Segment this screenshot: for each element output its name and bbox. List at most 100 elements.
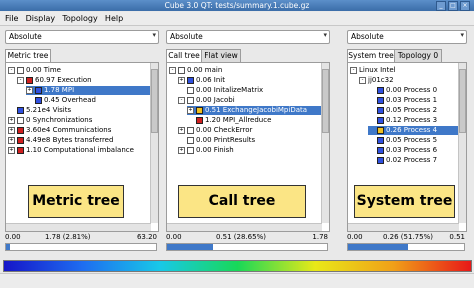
call-tree-hscroll[interactable] — [167, 223, 322, 231]
system-tree-hscroll[interactable] — [348, 223, 459, 231]
expand-icon[interactable]: + — [8, 116, 15, 124]
tab-topology-0[interactable]: Topology 0 — [394, 49, 442, 62]
severity-color-icon — [26, 76, 33, 84]
tab-system-tree[interactable]: System tree — [347, 49, 395, 63]
tab-call-tree[interactable]: Call tree — [166, 49, 202, 63]
severity-color-icon — [17, 146, 24, 154]
menu-display[interactable]: Display — [26, 14, 56, 23]
call-value-mode-select[interactable]: Absolute ▾ — [166, 30, 330, 44]
menu-file[interactable]: File — [5, 14, 18, 23]
tree-row-label: 3.60e4 Communications — [26, 126, 112, 134]
tab-metric-tree[interactable]: Metric tree — [5, 49, 51, 63]
minimize-icon[interactable]: _ — [436, 1, 446, 11]
tree-row[interactable]: +3.60e4 Communications — [8, 126, 150, 135]
tree-row[interactable]: +1.10 Computational imbalance — [8, 146, 150, 155]
tree-row-label: Linux Intel — [359, 66, 396, 74]
tree-row[interactable]: - 0.00 Time — [8, 66, 150, 75]
tree-row-label: 0.00 Finish — [196, 146, 234, 154]
scale-value: 0.26 (51.75%) — [383, 233, 433, 241]
expand-icon[interactable]: + — [187, 106, 194, 114]
expand-icon[interactable]: + — [8, 146, 15, 154]
call-tree-vscroll[interactable] — [321, 63, 329, 223]
expand-icon[interactable]: + — [8, 126, 15, 134]
tree-row[interactable]: 0.03 Process 6 — [368, 146, 458, 155]
collapse-icon[interactable]: - — [17, 76, 24, 84]
system-tree-scroll-thumb[interactable] — [459, 69, 466, 133]
tree-row[interactable]: 0.03 Process 1 — [368, 96, 458, 105]
metric-value-mode-select[interactable]: Absolute ▾ — [5, 30, 159, 44]
metric-tree-hscroll[interactable] — [6, 223, 151, 231]
scale-min: 0.00 — [5, 233, 21, 241]
collapse-icon[interactable]: - — [178, 96, 185, 104]
checkbox-icon[interactable] — [187, 146, 194, 154]
collapse-icon[interactable]: - — [359, 76, 366, 84]
expand-icon[interactable]: + — [178, 146, 185, 154]
scale-fill — [348, 244, 409, 250]
scale-fill — [167, 244, 213, 250]
checkbox-icon[interactable] — [187, 86, 194, 94]
expand-icon[interactable]: + — [26, 86, 33, 94]
scale-min: 0.00 — [166, 233, 182, 241]
checkbox-icon[interactable] — [187, 136, 194, 144]
checkbox-icon[interactable] — [17, 66, 24, 74]
tree-row[interactable]: +0.06 Init — [178, 76, 321, 85]
tree-row-label: 0.00 CheckError — [196, 126, 253, 134]
tree-row[interactable]: +0.51 ExchangeJacobiMpiData — [187, 106, 321, 115]
tree-row[interactable]: 1.20 MPI_Allreduce — [187, 116, 321, 125]
tree-row[interactable]: 0.12 Process 3 — [368, 116, 458, 125]
checkbox-icon[interactable] — [187, 96, 194, 104]
tree-row[interactable]: - 0.00 main — [169, 66, 321, 75]
tree-row-label: 1.10 Computational imbalance — [26, 146, 134, 154]
severity-color-icon — [187, 76, 194, 84]
call-tree-scroll-thumb[interactable] — [322, 69, 329, 133]
checkbox-icon[interactable] — [17, 116, 24, 124]
severity-color-icon — [35, 86, 42, 94]
system-value-mode-select[interactable]: Absolute ▾ — [347, 30, 467, 44]
tree-row[interactable]: 0.00 InitalizeMatrix — [178, 86, 321, 95]
severity-color-icon — [377, 86, 384, 94]
tree-row-label: 0.05 Process 2 — [386, 106, 438, 114]
collapse-icon[interactable]: - — [8, 66, 15, 74]
checkbox-icon[interactable] — [187, 126, 194, 134]
menu-help[interactable]: Help — [105, 14, 123, 23]
metric-value-mode-label: Absolute — [9, 32, 42, 41]
status-bar — [0, 273, 474, 288]
severity-color-icon — [377, 96, 384, 104]
tree-row-label: 0.00 Time — [26, 66, 61, 74]
maximize-icon[interactable]: □ — [448, 1, 458, 11]
tree-row[interactable]: 0.02 Process 7 — [368, 156, 458, 165]
tree-row[interactable]: +1.78 MPI — [26, 86, 150, 95]
severity-color-icon — [377, 136, 384, 144]
tree-row[interactable]: +0 Synchronizations — [8, 116, 150, 125]
metric-tree-scroll-thumb[interactable] — [151, 69, 158, 133]
tree-row[interactable]: +0.00 Finish — [178, 146, 321, 155]
tab-flat-view[interactable]: Flat view — [201, 49, 241, 62]
tree-row[interactable]: 0.26 Process 4 — [368, 126, 458, 135]
close-icon[interactable]: × — [460, 1, 470, 11]
system-tree-vscroll[interactable] — [458, 63, 466, 223]
menu-topology[interactable]: Topology — [62, 14, 97, 23]
expand-icon[interactable]: + — [8, 136, 15, 144]
tree-row[interactable]: +0.00 CheckError — [178, 126, 321, 135]
expand-icon[interactable]: + — [178, 126, 185, 134]
tree-row[interactable]: - 60.97 Execution — [17, 76, 150, 85]
expand-icon[interactable]: + — [178, 76, 185, 84]
tree-row[interactable]: 0.00 Process 0 — [368, 86, 458, 95]
tree-row-label: 0 Synchronizations — [26, 116, 93, 124]
tree-row[interactable]: - jj01c32 — [359, 76, 458, 85]
collapse-icon[interactable]: - — [350, 66, 357, 74]
checkbox-icon[interactable] — [178, 66, 185, 74]
tree-row[interactable]: - 0.00 Jacobi — [178, 96, 321, 105]
tree-row[interactable]: 5.21e4 Visits — [8, 106, 150, 115]
metric-tree-vscroll[interactable] — [150, 63, 158, 223]
tree-row[interactable]: +4.49e8 Bytes transferred — [8, 136, 150, 145]
tree-row-label: 0.03 Process 6 — [386, 146, 438, 154]
tree-row[interactable]: 0.00 PrintResults — [178, 136, 321, 145]
tree-row[interactable]: 0.05 Process 2 — [368, 106, 458, 115]
scale-max: 1.78 — [312, 233, 328, 241]
system-tree-overlay-label: System tree — [354, 185, 455, 218]
collapse-icon[interactable]: - — [169, 66, 176, 74]
tree-row[interactable]: - Linux Intel — [350, 66, 458, 75]
tree-row[interactable]: 0.45 Overhead — [26, 96, 150, 105]
tree-row[interactable]: 0.05 Process 5 — [368, 136, 458, 145]
